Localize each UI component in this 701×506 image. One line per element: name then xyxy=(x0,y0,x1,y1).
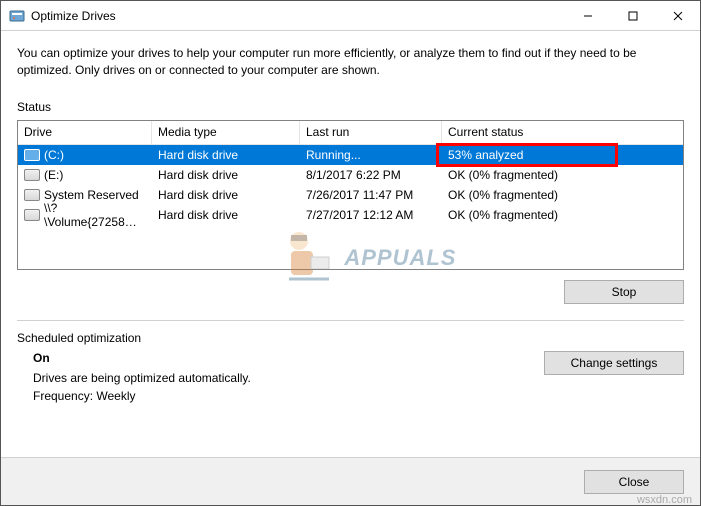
window-title: Optimize Drives xyxy=(31,9,116,23)
drive-status: OK (0% fragmented) xyxy=(442,185,683,205)
drive-status: 53% analyzed xyxy=(442,145,683,165)
col-media[interactable]: Media type xyxy=(152,121,300,144)
col-drive[interactable]: Drive xyxy=(18,121,152,144)
scheduled-on: On xyxy=(33,351,544,365)
drive-status: OK (0% fragmented) xyxy=(442,165,683,185)
drive-media: Hard disk drive xyxy=(152,145,300,165)
drive-row[interactable]: (E:) Hard disk drive8/1/2017 6:22 PMOK (0… xyxy=(18,165,683,185)
drive-row[interactable]: \\?\Volume{27258…Hard disk drive7/27/201… xyxy=(18,205,683,225)
drive-media: Hard disk drive xyxy=(152,165,300,185)
stop-button[interactable]: Stop xyxy=(564,280,684,304)
col-last[interactable]: Last run xyxy=(300,121,442,144)
drive-media: Hard disk drive xyxy=(152,185,300,205)
highlight-box xyxy=(436,143,618,167)
drive-icon xyxy=(24,169,40,181)
footer: Close xyxy=(1,457,700,505)
col-status[interactable]: Current status xyxy=(442,121,683,144)
drive-status: OK (0% fragmented) xyxy=(442,205,683,225)
intro-text: You can optimize your drives to help you… xyxy=(17,45,684,80)
drive-name: \\?\Volume{27258… xyxy=(44,201,146,229)
window-controls xyxy=(565,1,700,30)
scheduled-desc: Drives are being optimized automatically… xyxy=(33,371,544,385)
maximize-button[interactable] xyxy=(610,1,655,30)
status-label: Status xyxy=(17,100,684,114)
close-window-button[interactable]: Close xyxy=(584,470,684,494)
drive-last-run: 7/26/2017 11:47 PM xyxy=(300,185,442,205)
drive-last-run: 7/27/2017 12:12 AM xyxy=(300,205,442,225)
divider xyxy=(17,320,684,321)
drive-name: System Reserved xyxy=(44,188,139,202)
drive-icon xyxy=(24,209,40,221)
titlebar: Optimize Drives xyxy=(1,1,700,31)
close-button[interactable] xyxy=(655,1,700,30)
app-icon xyxy=(9,8,25,24)
minimize-button[interactable] xyxy=(565,1,610,30)
drive-last-run: Running... xyxy=(300,145,442,165)
drive-icon xyxy=(24,149,40,161)
drive-last-run: 8/1/2017 6:22 PM xyxy=(300,165,442,185)
drive-media: Hard disk drive xyxy=(152,205,300,225)
drive-name: (C:) xyxy=(44,148,64,162)
drive-name: (E:) xyxy=(44,168,63,182)
drive-list[interactable]: Drive Media type Last run Current status… xyxy=(17,120,684,270)
change-settings-button[interactable]: Change settings xyxy=(544,351,684,375)
scheduled-heading: Scheduled optimization xyxy=(17,331,684,345)
drive-row[interactable]: (C:) Hard disk driveRunning...53% analyze… xyxy=(18,145,683,165)
drive-icon xyxy=(24,189,40,201)
drive-header: Drive Media type Last run Current status xyxy=(18,121,683,145)
scheduled-freq: Frequency: Weekly xyxy=(33,389,544,403)
